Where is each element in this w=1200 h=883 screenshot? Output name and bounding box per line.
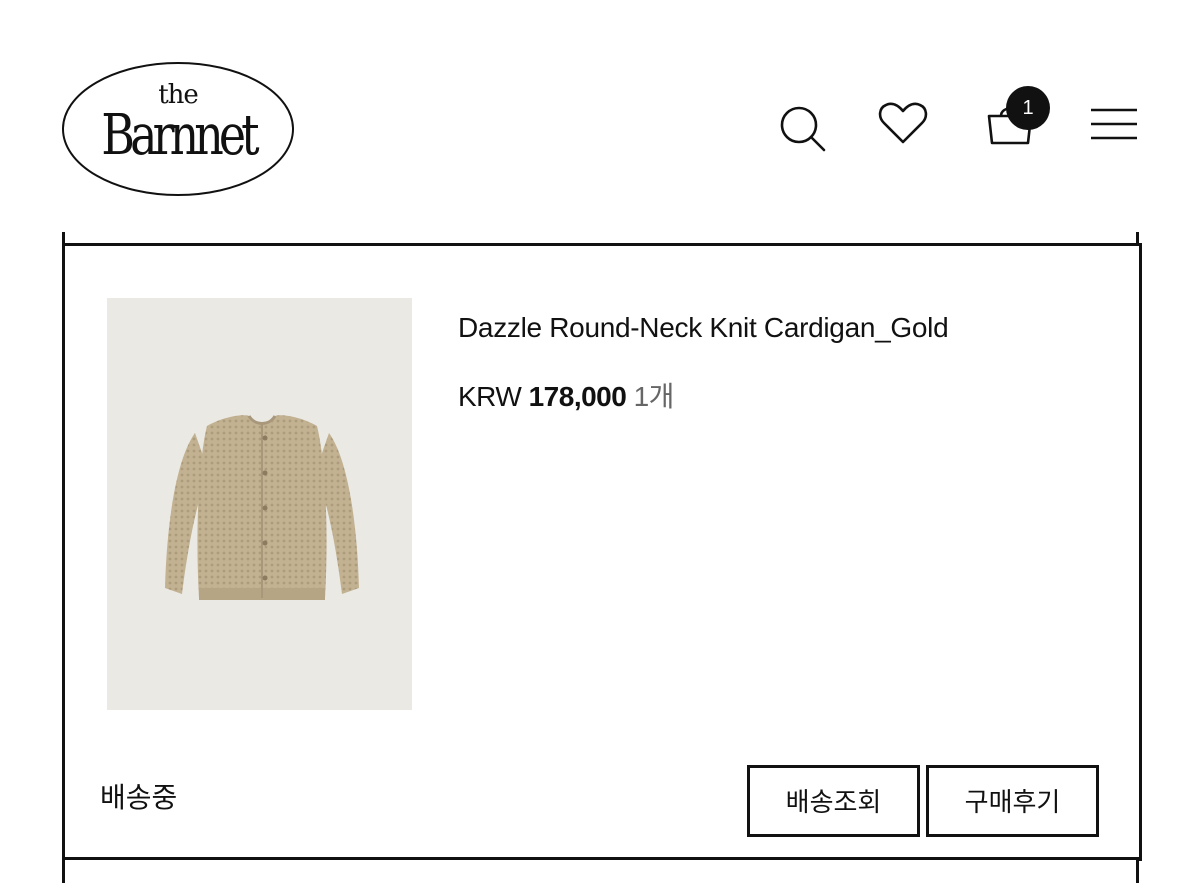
site-header: the Barnnet 1 (0, 0, 1200, 230)
card-border-edge (62, 860, 65, 883)
product-name[interactable]: Dazzle Round-Neck Knit Cardigan_Gold (458, 310, 949, 346)
search-icon[interactable] (778, 104, 828, 154)
price-currency: KRW (458, 381, 522, 412)
heart-icon[interactable] (878, 102, 928, 146)
menu-icon[interactable] (1090, 107, 1138, 143)
product-image[interactable] (107, 298, 412, 710)
order-quantity: 1개 (633, 381, 675, 412)
price-amount: 178,000 (528, 381, 627, 412)
write-review-button[interactable]: 구매후기 (926, 765, 1099, 837)
brand-logo[interactable]: the Barnnet (60, 60, 296, 198)
logo-name-text: Barnnet (101, 103, 259, 168)
price-line: KRW 178,000 1개 (458, 378, 674, 416)
track-delivery-button[interactable]: 배송조회 (747, 765, 920, 837)
card-border-edge (1136, 860, 1139, 883)
delivery-status: 배송중 (100, 782, 178, 813)
cart-count-badge: 1 (1006, 86, 1050, 130)
card-divider (62, 857, 1139, 860)
cardigan-illustration (165, 415, 359, 600)
